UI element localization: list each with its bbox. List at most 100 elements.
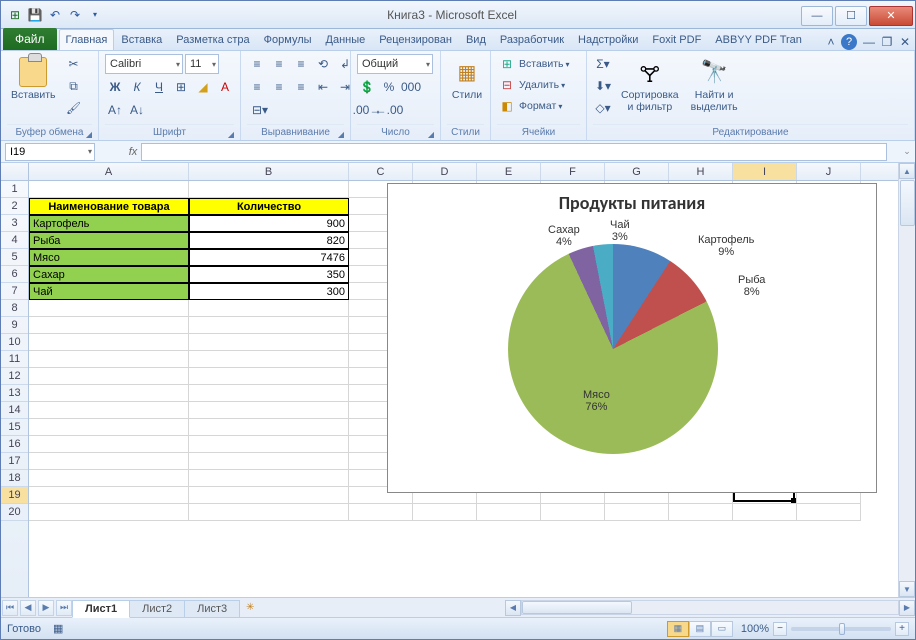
cell[interactable] [189,351,349,368]
align-middle-button[interactable]: ≡ [269,54,289,74]
cell[interactable]: Чай [29,283,189,300]
cell[interactable] [29,487,189,504]
merge-button[interactable]: ⊟▾ [247,100,273,120]
cell[interactable] [29,419,189,436]
save-icon[interactable]: 💾 [27,7,43,23]
align-left-button[interactable]: ≡ [247,77,267,97]
cell[interactable]: Картофель [29,215,189,232]
fill-button[interactable]: ⬇▾ [593,76,613,96]
sheet-nav-next[interactable]: ▶ [38,600,54,616]
tab-abbyy[interactable]: ABBYY PDF Tran [708,29,809,50]
cell[interactable]: 820 [189,232,349,249]
view-pagelayout-button[interactable]: ▤ [689,621,711,637]
cell[interactable]: Мясо [29,249,189,266]
row-header[interactable]: 4 [1,232,28,249]
clear-button[interactable]: ◇▾ [593,98,613,118]
dialog-launcher-icon[interactable]: ◢ [86,130,92,139]
orientation-button[interactable]: ⟲ [313,54,333,74]
vertical-scrollbar[interactable]: ▲ ▼ [898,163,915,597]
cell[interactable] [29,470,189,487]
row-header[interactable]: 12 [1,368,28,385]
tab-home[interactable]: Главная [59,29,115,50]
cell[interactable]: 900 [189,215,349,232]
workbook-close-icon[interactable]: ✕ [897,34,913,50]
fx-icon[interactable]: fx [125,146,141,158]
cell[interactable]: 7476 [189,249,349,266]
cell[interactable] [605,504,669,521]
tab-data[interactable]: Данные [319,29,373,50]
zoom-out-button[interactable]: − [773,622,787,636]
cell[interactable] [29,334,189,351]
row-header[interactable]: 20 [1,504,28,521]
row-header[interactable]: 15 [1,419,28,436]
cell[interactable] [797,504,861,521]
sheet-tab[interactable]: Лист2 [129,600,185,617]
tab-developer[interactable]: Разработчик [493,29,571,50]
format-painter-button[interactable]: 🖌 [64,98,84,118]
cell[interactable] [189,181,349,198]
autosum-button[interactable]: Σ▾ [593,54,613,74]
percent-button[interactable]: % [379,77,399,97]
zoom-in-button[interactable]: + [895,622,909,636]
ribbon-minimize-icon[interactable]: ˄ [823,34,839,50]
sheet-tab[interactable]: Лист1 [72,600,130,618]
scroll-left-icon[interactable]: ◀ [505,600,521,616]
shrink-font-button[interactable]: A↓ [127,100,147,120]
cell[interactable] [29,300,189,317]
cell[interactable] [29,351,189,368]
tab-insert[interactable]: Вставка [114,29,169,50]
tab-foxit[interactable]: Foxit PDF [645,29,708,50]
qat-customize-icon[interactable]: ▾ [87,7,103,23]
new-sheet-button[interactable]: ✳ [242,601,258,615]
cell[interactable] [189,300,349,317]
row-header[interactable]: 9 [1,317,28,334]
cell[interactable] [189,487,349,504]
cell[interactable]: Рыба [29,232,189,249]
expand-formula-bar-icon[interactable]: ⌄ [901,146,913,157]
column-header[interactable]: J [797,163,861,180]
column-header[interactable]: H [669,163,733,180]
font-color-button[interactable]: A [215,77,235,97]
row-header[interactable]: 19 [1,487,28,504]
cell[interactable] [541,504,605,521]
view-normal-button[interactable]: ▦ [667,621,689,637]
bold-button[interactable]: Ж [105,77,125,97]
row-header[interactable]: 17 [1,453,28,470]
cell[interactable] [189,402,349,419]
find-select-button[interactable]: 🔭 Найти и выделить [687,54,742,115]
tab-file[interactable]: Файл [3,28,57,50]
minimize-button[interactable]: — [801,6,833,26]
column-header[interactable]: F [541,163,605,180]
cell[interactable] [189,317,349,334]
decrease-decimal-button[interactable]: ←.00 [379,100,399,120]
row-header[interactable]: 18 [1,470,28,487]
row-header[interactable]: 10 [1,334,28,351]
formula-input[interactable] [141,143,887,161]
align-top-button[interactable]: ≡ [247,54,267,74]
tab-view[interactable]: Вид [459,29,493,50]
cell[interactable] [29,453,189,470]
select-all-corner[interactable] [1,163,29,180]
cell[interactable] [29,504,189,521]
insert-cells-button[interactable]: ⊞Вставить▾ [497,54,570,74]
scroll-thumb[interactable] [522,601,632,614]
font-size-combo[interactable]: 11 [185,54,219,74]
cell-styles-button[interactable]: ▦ Стили [447,54,487,104]
cell[interactable] [189,385,349,402]
sheet-nav-last[interactable]: ⏭ [56,600,72,616]
tab-pagelayout[interactable]: Разметка стра [169,29,256,50]
row-header[interactable]: 2 [1,198,28,215]
cell[interactable]: 350 [189,266,349,283]
row-header[interactable]: 7 [1,283,28,300]
border-button[interactable]: ⊞ [171,77,191,97]
tab-addins[interactable]: Надстройки [571,29,645,50]
align-bottom-button[interactable]: ≡ [291,54,311,74]
align-right-button[interactable]: ≡ [291,77,311,97]
cells-area[interactable]: Наименование товараКоличествоКартофель90… [29,181,915,597]
sheet-nav-prev[interactable]: ◀ [20,600,36,616]
column-header[interactable]: G [605,163,669,180]
workbook-restore-icon[interactable]: ❐ [879,34,895,50]
cell[interactable] [189,504,349,521]
scroll-right-icon[interactable]: ▶ [899,600,915,616]
name-box[interactable]: I19 [5,143,95,161]
